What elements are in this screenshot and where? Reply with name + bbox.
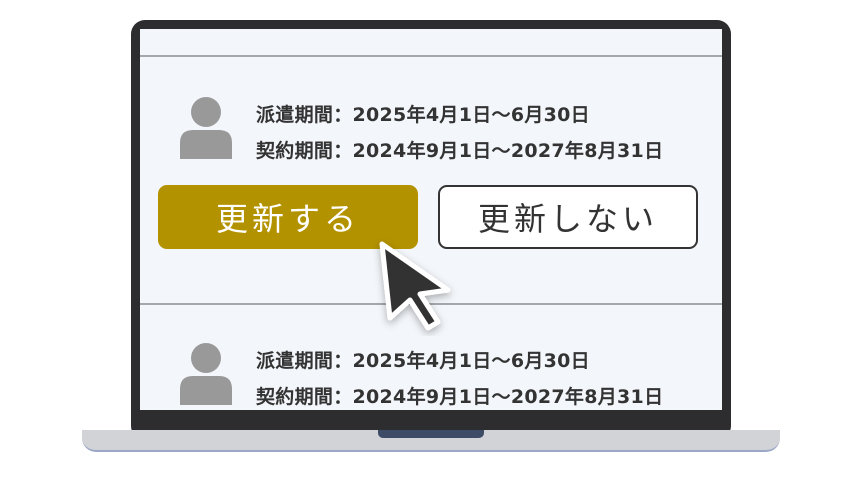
- dispatch-period: 派遣期間：2025年4月1日～6月30日: [256, 350, 590, 372]
- contract-period: 契約期間：2024年9月1日～2027年8月31日: [256, 140, 664, 162]
- laptop-notch: [378, 430, 484, 438]
- contract-period: 契約期間：2024年9月1日～2027年8月31日: [256, 386, 664, 408]
- laptop-screen: 派遣期間：2025年4月1日～6月30日 契約期間：2024年9月1日～2027…: [140, 29, 722, 410]
- person-icon: [180, 343, 232, 405]
- mouse-cursor-icon: [379, 241, 451, 331]
- divider: [140, 55, 722, 57]
- dispatch-period: 派遣期間：2025年4月1日～6月30日: [256, 104, 590, 126]
- person-icon: [180, 97, 232, 159]
- no-renew-button[interactable]: 更新しない: [438, 185, 698, 249]
